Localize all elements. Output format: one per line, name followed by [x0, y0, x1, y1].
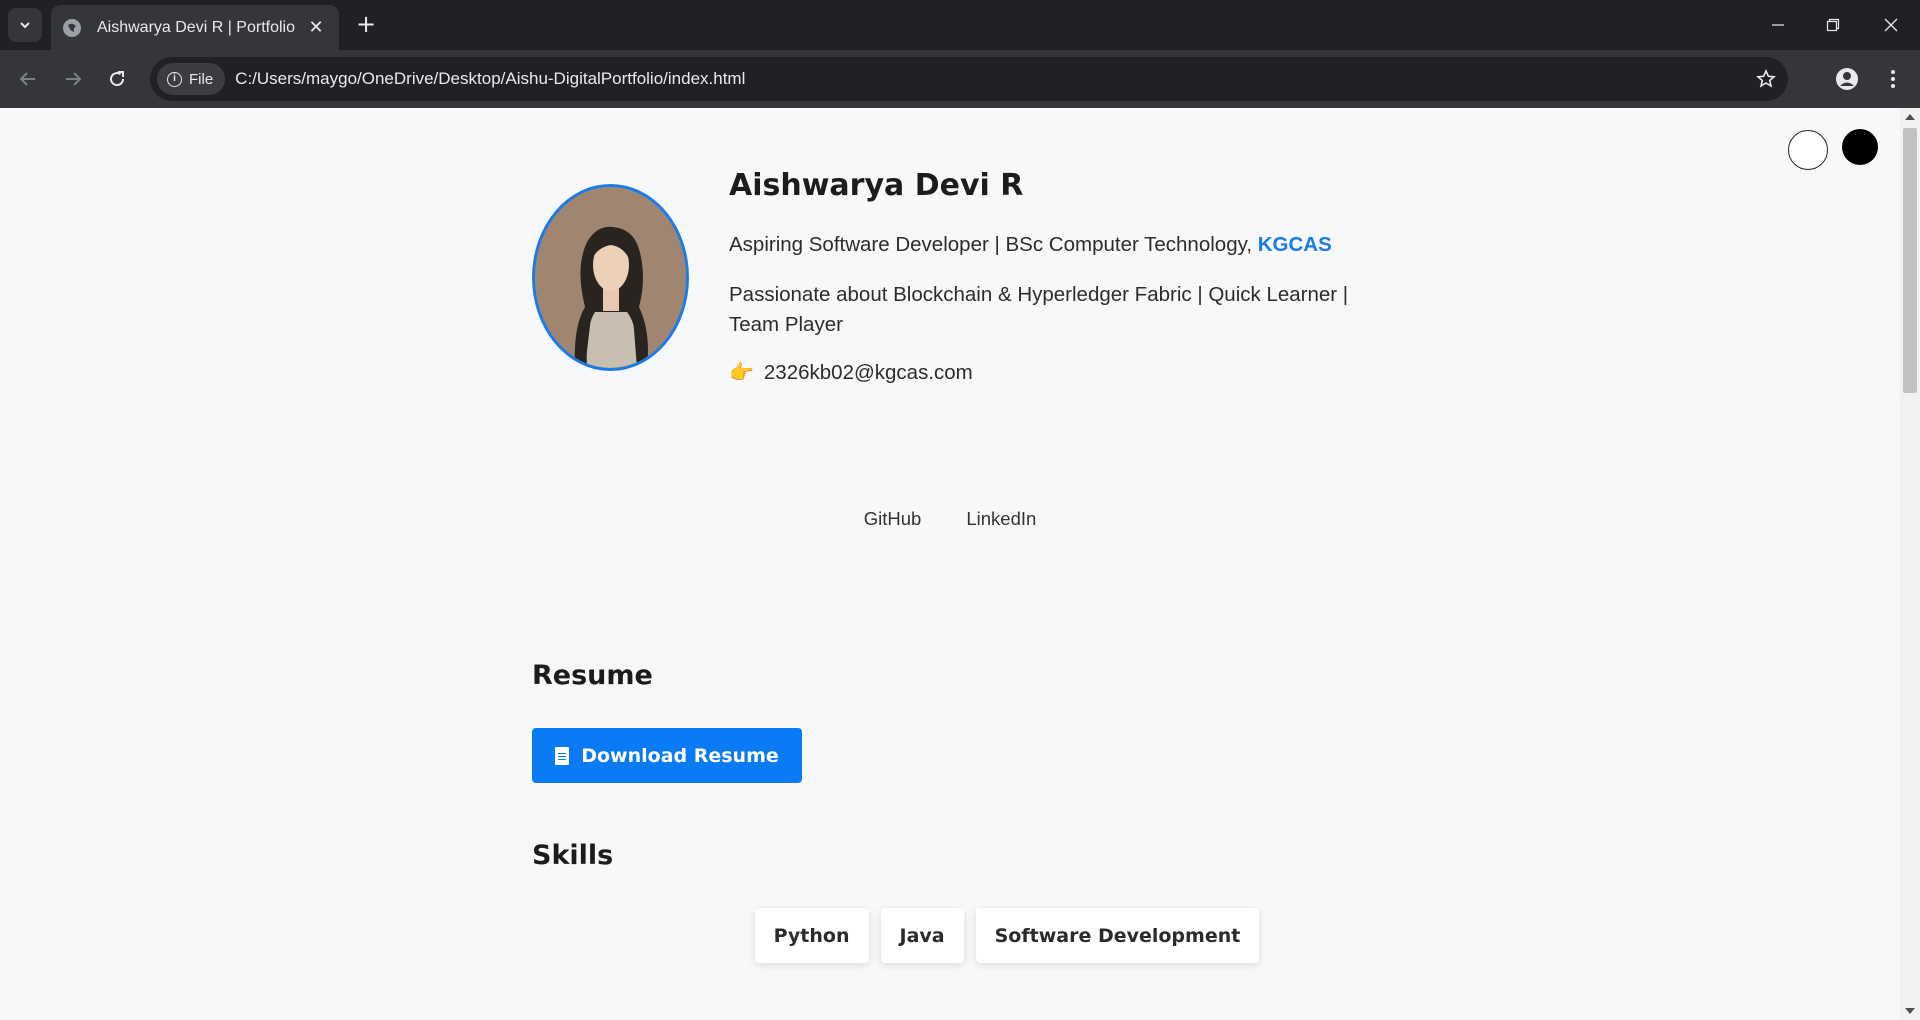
close-window-icon[interactable]	[1871, 10, 1911, 40]
url-text[interactable]: C:/Users/maygo/OneDrive/Desktop/Aishu-Di…	[235, 69, 745, 89]
restore-icon[interactable]	[1813, 10, 1853, 40]
scheme-label: File	[189, 70, 214, 88]
download-resume-label: Download Resume	[581, 744, 779, 767]
skill-chip: Java	[880, 908, 964, 963]
pointing-hand-icon: 👉	[729, 362, 754, 384]
linkedin-link[interactable]: LinkedIn	[966, 508, 1036, 530]
light-theme-toggle[interactable]	[1788, 130, 1828, 170]
avatar	[532, 184, 689, 371]
profile-passion: Passionate about Blockchain & Hyperledge…	[729, 283, 1349, 336]
skills-list: Python Java Software Development	[0, 908, 1900, 963]
address-bar[interactable]: i File C:/Users/maygo/OneDrive/Desktop/A…	[150, 57, 1788, 101]
browser-toolbar: i File C:/Users/maygo/OneDrive/Desktop/A…	[0, 50, 1920, 108]
skills-heading: Skills	[532, 840, 614, 871]
site-info-chip[interactable]: i File	[157, 63, 226, 95]
info-icon: i	[167, 71, 182, 87]
dark-theme-toggle[interactable]	[1842, 129, 1878, 165]
active-tab[interactable]: Aishwarya Devi R | Portfolio ✕	[51, 5, 339, 50]
resume-heading: Resume	[532, 660, 653, 691]
intro-block: Aishwarya Devi R Aspiring Software Devel…	[729, 160, 1369, 385]
chevron-down-icon	[20, 22, 30, 29]
skill-chip: Software Development	[975, 908, 1260, 963]
more-menu-icon[interactable]	[1878, 64, 1908, 94]
document-icon	[555, 746, 570, 765]
college-link[interactable]: KGCAS	[1258, 233, 1332, 256]
social-links: GitHub LinkedIn	[0, 508, 1900, 530]
email-address[interactable]: 2326kb02@kgcas.com	[764, 361, 973, 385]
bookmark-star-icon[interactable]	[1754, 67, 1778, 91]
minimize-icon[interactable]	[1758, 10, 1798, 40]
email-line: 👉 2326kb02@kgcas.com	[729, 360, 1369, 385]
close-tab-icon[interactable]: ✕	[305, 17, 327, 38]
github-link[interactable]: GitHub	[864, 508, 922, 530]
page-viewport: Aishwarya Devi R Aspiring Software Devel…	[0, 108, 1900, 1020]
profile-tagline: Aspiring Software Developer | BSc Comput…	[729, 231, 1369, 259]
tab-title: Aishwarya Devi R | Portfolio	[97, 18, 295, 36]
reload-icon[interactable]	[101, 63, 133, 95]
profile-name: Aishwarya Devi R	[729, 168, 1024, 203]
tagline-text: Aspiring Software Developer | BSc Comput…	[729, 233, 1258, 256]
scroll-down-arrow-icon[interactable]	[1905, 1008, 1915, 1014]
scroll-up-arrow-icon[interactable]	[1905, 114, 1915, 120]
skill-chip: Python	[754, 908, 869, 963]
tab-search-button[interactable]	[8, 8, 42, 42]
profile-icon[interactable]	[1832, 64, 1862, 94]
forward-arrow-icon[interactable]	[57, 63, 89, 95]
scrollbar-thumb[interactable]	[1903, 128, 1917, 393]
new-tab-button[interactable]: +	[352, 11, 380, 39]
tab-strip: Aishwarya Devi R | Portfolio ✕ +	[0, 0, 1920, 50]
globe-icon	[63, 18, 81, 37]
vertical-scrollbar[interactable]	[1900, 108, 1920, 1020]
back-arrow-icon[interactable]	[12, 63, 44, 95]
download-resume-button[interactable]: Download Resume	[532, 728, 802, 783]
